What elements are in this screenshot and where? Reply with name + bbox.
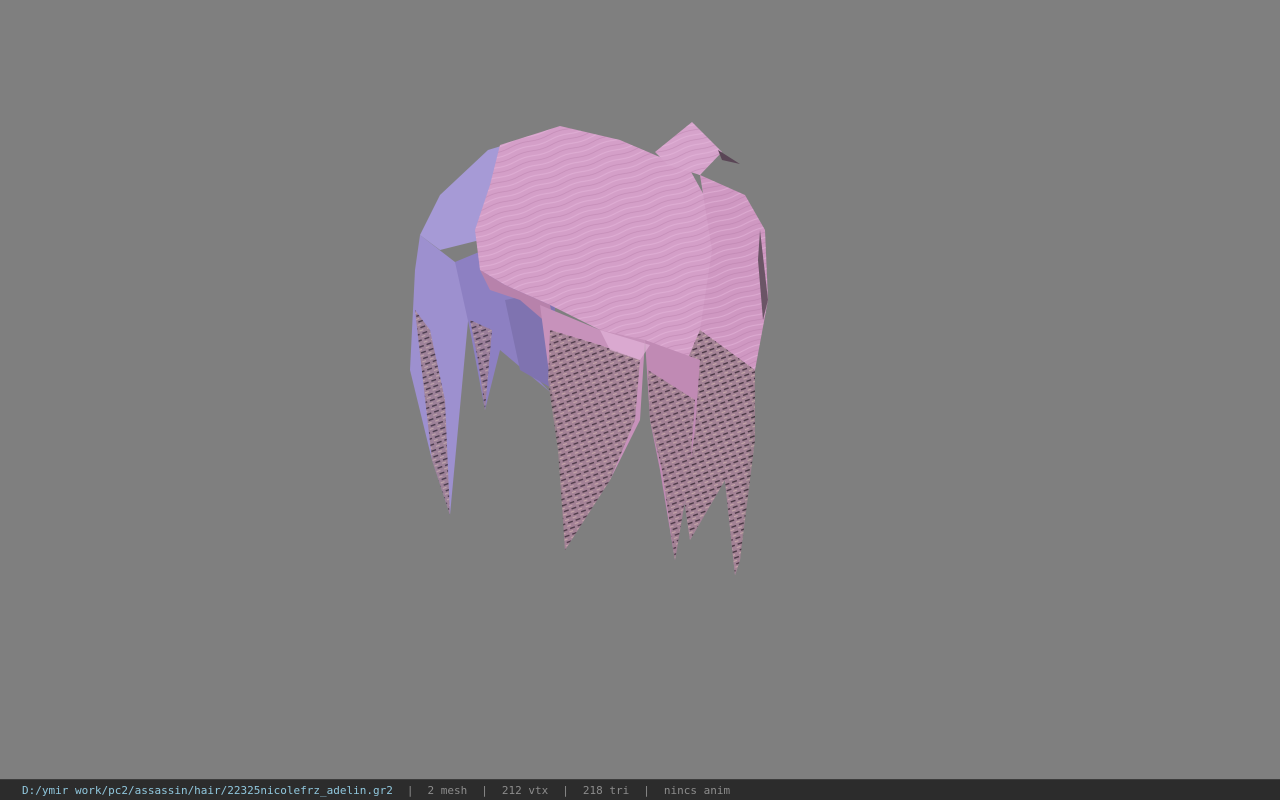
vertex-count: 212 vtx	[501, 783, 549, 797]
status-separator: |	[481, 783, 488, 797]
status-bar: D:/ymir work/pc2/assassin/hair/22325nico…	[0, 779, 1280, 800]
triangle-count: 218 tri	[582, 783, 630, 797]
status-separator: |	[643, 783, 650, 797]
status-separator: |	[406, 783, 414, 797]
hair-model-render[interactable]	[0, 0, 1280, 779]
3d-viewport[interactable]	[0, 0, 1280, 779]
file-path: D:/ymir work/pc2/assassin/hair/22325nico…	[22, 783, 393, 797]
animation-status: nincs anim	[663, 783, 731, 797]
status-separator: |	[562, 783, 569, 797]
mesh-count: 2 mesh	[427, 783, 468, 797]
